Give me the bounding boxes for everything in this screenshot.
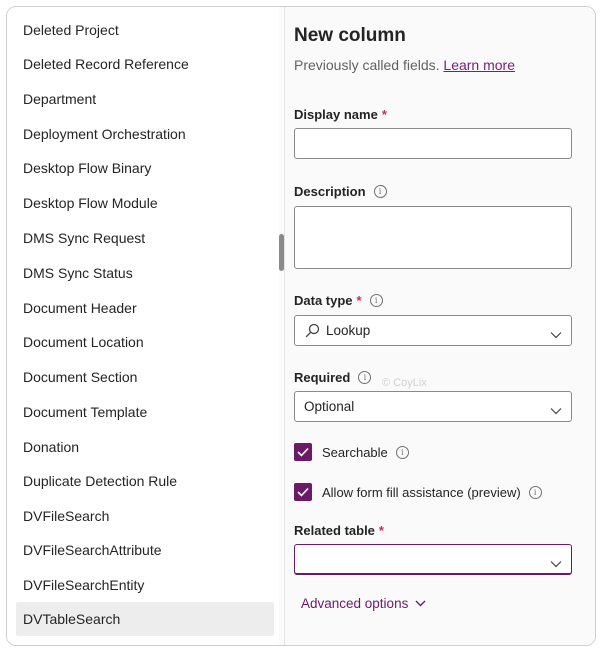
list-item[interactable]: DVFileSearchEntity bbox=[16, 568, 274, 602]
learn-more-link[interactable]: Learn more bbox=[443, 57, 515, 73]
search-icon bbox=[305, 323, 320, 343]
list-item[interactable]: Department bbox=[16, 82, 274, 116]
list-item[interactable]: DVFileSearchAttribute bbox=[16, 533, 274, 567]
data-type-label-text: Data type bbox=[294, 293, 353, 308]
info-icon[interactable]: i bbox=[369, 294, 383, 307]
list-item[interactable]: DVFileSearch bbox=[16, 499, 274, 533]
list-item[interactable]: DMS Sync Request bbox=[16, 221, 274, 255]
description-label: Description i bbox=[294, 184, 387, 199]
list-item-selected[interactable]: DVTableSearch bbox=[16, 602, 274, 636]
panel-title: New column bbox=[294, 25, 406, 46]
list-item[interactable]: Desktop Flow Binary bbox=[16, 151, 274, 185]
description-textarea[interactable] bbox=[294, 206, 572, 269]
form-fill-checkbox[interactable] bbox=[294, 483, 312, 501]
list-item[interactable]: Duplicate Detection Rule bbox=[16, 464, 274, 498]
data-type-value: Lookup bbox=[326, 323, 371, 338]
required-value: Optional bbox=[304, 399, 355, 414]
data-type-label: Data type * i bbox=[294, 293, 383, 308]
display-name-label-text: Display name bbox=[294, 107, 378, 122]
app-window: Deleted Project Deleted Record Reference… bbox=[6, 6, 596, 646]
searchable-label: Searchable bbox=[322, 444, 388, 460]
form-fill-label: Allow form fill assistance (preview) bbox=[322, 484, 521, 500]
new-column-panel: New column Previously called fields. Lea… bbox=[285, 7, 595, 645]
list-item[interactable]: Donation bbox=[16, 430, 274, 464]
advanced-options-label: Advanced options bbox=[301, 596, 409, 611]
scrollbar-track[interactable] bbox=[279, 7, 283, 645]
list-item[interactable]: DMS Sync Status bbox=[16, 256, 274, 290]
info-icon[interactable]: i bbox=[528, 485, 542, 499]
list-item[interactable]: Document Location bbox=[16, 325, 274, 359]
list-item[interactable]: Document Section bbox=[16, 360, 274, 394]
related-table-label: Related table * bbox=[294, 523, 384, 538]
display-name-input[interactable] bbox=[294, 128, 572, 159]
required-label: Required i bbox=[294, 370, 372, 385]
subtitle-text: Previously called fields. bbox=[294, 57, 440, 73]
list-item[interactable]: Desktop Flow Module bbox=[16, 186, 274, 220]
info-icon[interactable]: i bbox=[358, 371, 372, 384]
required-label-text: Required bbox=[294, 370, 351, 385]
watermark: © CoyLix bbox=[382, 377, 427, 389]
display-name-label: Display name * bbox=[294, 107, 387, 122]
required-asterisk: * bbox=[356, 293, 362, 308]
chevron-down-icon bbox=[550, 326, 562, 344]
related-table-label-text: Related table bbox=[294, 523, 375, 538]
data-type-dropdown[interactable]: Lookup bbox=[294, 315, 572, 346]
chevron-down-icon bbox=[415, 600, 426, 607]
list-item[interactable]: Deleted Project bbox=[16, 13, 274, 47]
chevron-down-icon bbox=[550, 555, 562, 573]
description-label-text: Description bbox=[294, 184, 366, 199]
searchable-checkbox[interactable] bbox=[294, 443, 312, 461]
list-item[interactable]: Document Header bbox=[16, 291, 274, 325]
info-icon[interactable]: i bbox=[395, 445, 409, 459]
panel-subtitle: Previously called fields. Learn more bbox=[294, 57, 515, 73]
advanced-options-toggle[interactable]: Advanced options bbox=[301, 596, 426, 611]
required-dropdown[interactable]: Optional bbox=[294, 391, 572, 422]
chevron-down-icon bbox=[550, 402, 562, 420]
searchable-checkbox-row[interactable]: Searchable i bbox=[294, 443, 409, 461]
related-table-dropdown[interactable] bbox=[294, 544, 572, 575]
form-fill-checkbox-row[interactable]: Allow form fill assistance (preview) i bbox=[294, 483, 542, 501]
required-asterisk: * bbox=[381, 107, 387, 122]
list-item[interactable]: Document Template bbox=[16, 395, 274, 429]
list-item[interactable]: Deployment Orchestration bbox=[16, 117, 274, 151]
checkmark-icon bbox=[297, 447, 309, 457]
required-asterisk: * bbox=[378, 523, 384, 538]
info-icon[interactable]: i bbox=[373, 185, 387, 198]
list-item[interactable]: Deleted Record Reference bbox=[16, 47, 274, 81]
checkmark-icon bbox=[297, 487, 309, 497]
table-list-pane: Deleted Project Deleted Record Reference… bbox=[7, 7, 279, 645]
